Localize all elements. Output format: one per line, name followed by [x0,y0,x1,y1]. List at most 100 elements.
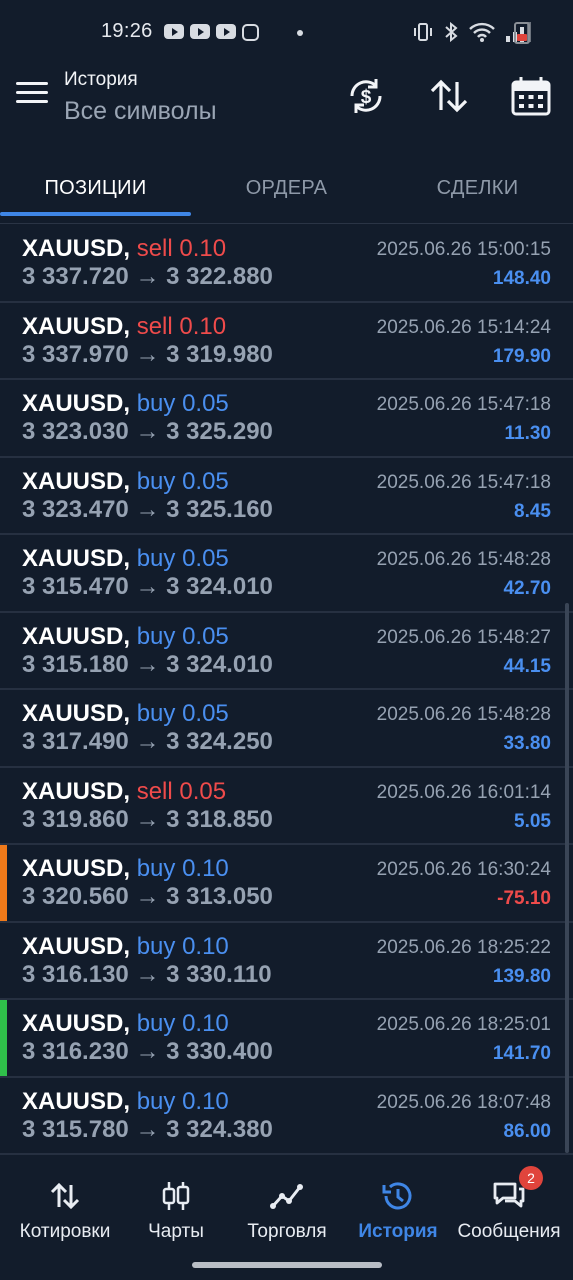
position-symbol: XAUUSD, buy 0.05 [22,467,229,495]
position-side: buy 0.05 [136,545,229,572]
position-profit: 11.30 [504,423,552,444]
position-row[interactable]: XAUUSD, buy 0.05 3 323.030 → 3 325.290 202… [0,380,573,458]
nav-quotes[interactable]: Котировки [8,1155,122,1255]
position-prices: 3 319.860 → 3 318.850 [22,805,273,833]
app-notification-icon [242,24,259,41]
position-time: 2025.06.26 16:30:24 [376,859,551,880]
position-prices: 3 337.720 → 3 322.880 [22,263,273,290]
position-time: 2025.06.26 16:01:14 [376,781,551,803]
position-prices: 3 317.490 → 3 324.250 [22,728,273,755]
position-time: 2025.06.26 15:48:28 [376,704,551,725]
tab-deals[interactable]: СДЕЛКИ [382,152,573,224]
home-indicator[interactable] [192,1262,382,1268]
position-row[interactable]: XAUUSD, sell 0.10 3 337.720 → 3 322.880 20… [0,225,573,303]
position-row[interactable]: XAUUSD, buy 0.10 3 316.130 → 3 330.110 202… [0,923,573,1000]
nav-label: Сообщения [457,1221,561,1242]
position-prices: 3 337.970 → 3 319.980 [22,340,273,368]
position-row[interactable]: XAUUSD, buy 0.10 3 320.560 → 3 313.050 202… [0,845,573,923]
position-row[interactable]: XAUUSD, buy 0.05 3 317.490 → 3 324.250 202… [0,690,573,768]
position-profit: 86.00 [503,1120,551,1142]
position-side: sell 0.10 [136,235,227,262]
history-clock-icon [382,1182,412,1210]
tab-bar: ПОЗИЦИИ ОРДЕРА СДЕЛКИ [0,152,573,224]
position-marker [0,1000,7,1076]
position-row[interactable]: XAUUSD, buy 0.05 3 315.180 → 3 324.010 202… [0,613,573,690]
youtube-icon [190,24,210,39]
position-row[interactable]: XAUUSD, buy 0.05 3 323.470 → 3 325.160 202… [0,458,573,535]
trade-line-icon [270,1184,303,1209]
position-row[interactable]: XAUUSD, buy 0.10 3 315.780 → 3 324.380 202… [0,1078,573,1155]
position-profit: 8.45 [514,500,551,522]
position-row[interactable]: XAUUSD, buy 0.10 3 316.230 → 3 330.400 202… [0,1000,573,1078]
position-profit: 148.40 [492,268,551,289]
active-tab-indicator [0,212,191,216]
position-marker [0,845,7,921]
nav-history[interactable]: История [341,1155,455,1255]
nav-label: Чарты [148,1221,204,1242]
position-time: 2025.06.26 15:47:18 [376,471,551,493]
app-header: История Все символы $ [0,64,573,152]
bluetooth-icon [445,21,458,43]
scrollbar[interactable] [565,603,569,1153]
position-symbol: XAUUSD, sell 0.10 [22,312,227,340]
position-side: buy 0.05 [136,700,229,727]
position-symbol: XAUUSD, buy 0.05 [22,700,229,727]
status-bar: 19:26 [0,0,573,64]
position-time: 2025.06.26 18:25:01 [376,1014,551,1035]
nav-charts[interactable]: Чарты [119,1155,233,1255]
position-prices: 3 316.130 → 3 330.110 [22,960,272,988]
position-profit: 179.90 [492,345,551,367]
position-time: 2025.06.26 15:48:28 [376,549,551,570]
position-profit: 33.80 [503,733,551,754]
position-prices: 3 316.230 → 3 330.400 [22,1038,273,1065]
nav-messages[interactable]: Сообщения [452,1155,566,1255]
position-prices: 3 315.470 → 3 324.010 [22,573,273,600]
position-symbol: XAUUSD, buy 0.10 [22,855,229,882]
position-time: 2025.06.26 18:07:48 [376,1091,551,1113]
position-prices: 3 315.180 → 3 324.010 [22,650,273,678]
status-time: 19:26 [101,20,153,42]
symbol-filter[interactable]: Все символы [64,97,217,126]
messages-badge: 2 [519,1166,543,1190]
menu-icon[interactable] [16,82,48,110]
position-symbol: XAUUSD, buy 0.05 [22,545,229,572]
position-symbol: XAUUSD, buy 0.10 [22,932,229,960]
position-side: buy 0.05 [136,622,229,650]
wifi-icon [469,22,495,42]
position-prices: 3 315.780 → 3 324.380 [22,1115,273,1143]
position-time: 2025.06.26 15:47:18 [376,394,551,415]
sort-icon[interactable] [427,74,471,118]
position-side: buy 0.05 [136,467,229,495]
vibrate-icon [414,23,432,41]
positions-list[interactable]: XAUUSD, sell 0.10 3 337.720 → 3 322.880 20… [0,225,573,1155]
tab-orders[interactable]: ОРДЕРА [191,152,382,224]
position-prices: 3 323.470 → 3 325.160 [22,495,273,523]
position-time: 2025.06.26 18:25:22 [376,936,551,958]
position-profit: 44.15 [503,655,551,677]
position-profit: 5.05 [514,810,551,832]
position-profit: 141.70 [492,1043,551,1064]
position-time: 2025.06.26 15:00:15 [376,239,551,260]
currency-exchange-icon[interactable]: $ [344,74,388,118]
position-time: 2025.06.26 15:14:24 [376,316,551,338]
position-row[interactable]: XAUUSD, buy 0.05 3 315.470 → 3 324.010 202… [0,535,573,613]
position-row[interactable]: XAUUSD, sell 0.05 3 319.860 → 3 318.850 20… [0,768,573,845]
position-symbol: XAUUSD, sell 0.05 [22,777,227,805]
nav-trade[interactable]: Торговля [230,1155,344,1255]
position-side: buy 0.10 [136,1010,229,1037]
position-profit: 42.70 [503,578,551,599]
position-side: sell 0.05 [136,777,227,805]
position-row[interactable]: XAUUSD, sell 0.10 3 337.970 → 3 319.980 20… [0,303,573,380]
youtube-icon [216,24,236,39]
position-prices: 3 320.560 → 3 313.050 [22,883,273,910]
position-side: sell 0.10 [136,312,227,340]
candlestick-chart-icon [162,1182,190,1210]
position-time: 2025.06.26 15:48:27 [376,626,551,648]
nav-label: Торговля [247,1221,327,1242]
position-side: buy 0.10 [136,855,229,882]
youtube-icon [164,24,184,39]
more-notifications-dot [297,30,303,36]
calendar-icon[interactable] [509,74,553,118]
position-prices: 3 323.030 → 3 325.290 [22,418,273,445]
position-symbol: XAUUSD, sell 0.10 [22,235,227,262]
